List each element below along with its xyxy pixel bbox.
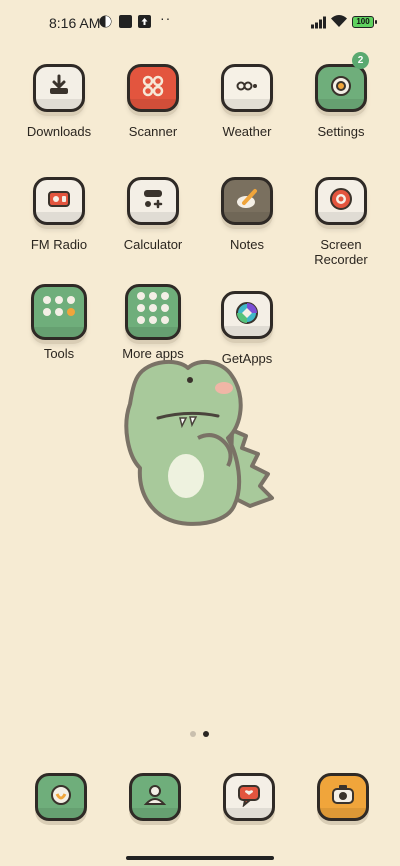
app-getapps[interactable]: GetApps [200,291,294,366]
app-downloads[interactable]: Downloads [12,64,106,139]
status-time: 8:16 AM [49,15,101,31]
status-bar: 8:16 AM ·· 100 [0,0,400,44]
record-icon[interactable] [315,177,367,225]
download-icon[interactable] [33,64,85,112]
app-label-line2: Recorder [314,252,368,267]
notification-badge: 2 [352,52,369,69]
getapps-icon[interactable] [221,291,273,339]
app-label: Scanner [128,124,178,139]
folder-icon[interactable] [125,284,181,340]
folder-more-apps[interactable]: More apps [106,284,200,361]
dinosaur-wallpaper-illustration [124,359,274,526]
vpn-icon [99,15,112,28]
app-label: Downloads [26,124,92,139]
app-scanner[interactable]: Scanner [106,64,200,139]
app-label: FM Radio [30,237,88,252]
app-label: Notes [230,237,264,252]
notification-square-icon [119,15,132,28]
upload-notification-icon [138,15,151,28]
scanner-icon[interactable] [127,64,179,112]
wifi-icon [331,15,347,27]
page-indicator-dot-active[interactable] [203,731,209,737]
folder-tools[interactable]: Tools [12,284,106,361]
messages-icon[interactable] [223,773,275,821]
home-gesture-bar[interactable] [126,856,274,860]
radio-icon[interactable] [33,177,85,225]
weather-icon[interactable] [221,64,273,112]
phone-icon[interactable] [35,773,87,821]
battery-icon: 100 [352,16,377,28]
notes-icon[interactable] [221,177,273,225]
contacts-icon[interactable] [129,773,181,821]
app-label: Weather [222,124,272,139]
app-weather[interactable]: Weather [200,64,294,139]
app-calculator[interactable]: Calculator [106,177,200,252]
signal-icon [311,16,326,29]
page-indicator-dot[interactable] [190,731,196,737]
camera-icon[interactable] [317,773,369,821]
app-label-line1: Screen [320,237,362,252]
folder-icon[interactable] [31,284,87,340]
more-notifications-icon: ·· [160,10,172,26]
app-settings[interactable]: 2 Settings [294,52,388,139]
app-fm-radio[interactable]: FM Radio [12,177,106,252]
app-label: Screen Recorder [294,237,388,267]
app-label: Calculator [123,237,183,252]
app-label: Tools [43,346,75,361]
calculator-icon[interactable] [127,177,179,225]
gear-icon[interactable] [315,64,367,112]
app-screen-recorder[interactable]: Screen Recorder [294,177,388,267]
app-label: Settings [317,124,365,139]
app-notes[interactable]: Notes [200,177,294,252]
